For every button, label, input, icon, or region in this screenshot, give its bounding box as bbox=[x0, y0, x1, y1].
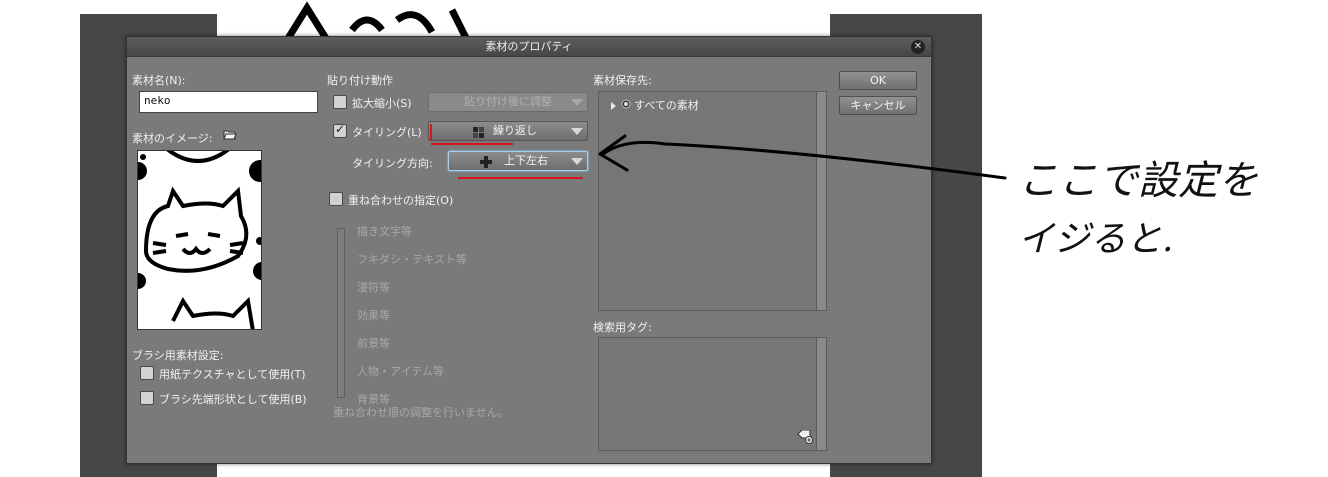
overlay-order-item: 人物・アイテム等 bbox=[357, 365, 444, 378]
overlay-order-item: 漫符等 bbox=[357, 281, 390, 294]
highlight-underline bbox=[458, 177, 583, 179]
add-tag-icon[interactable] bbox=[797, 429, 813, 444]
overlay-order-item: 前景等 bbox=[357, 337, 390, 350]
overlay-order-item: 効果等 bbox=[357, 309, 390, 322]
overlay-order-slider[interactable] bbox=[337, 228, 345, 398]
paper-texture-label: 用紙テクスチャとして使用(T) bbox=[159, 368, 306, 381]
brush-tip-checkbox[interactable] bbox=[140, 391, 154, 405]
tree-scrollbar[interactable] bbox=[816, 92, 826, 310]
overlay-order-item: フキダシ・テキスト等 bbox=[357, 253, 467, 266]
material-name-input[interactable]: neko bbox=[139, 91, 318, 113]
scale-checkbox[interactable] bbox=[333, 95, 347, 109]
annotation-line-2: イジると. bbox=[1018, 219, 1174, 260]
expand-arrow-icon[interactable] bbox=[611, 100, 616, 110]
paste-behavior-label: 貼り付け動作 bbox=[327, 74, 393, 87]
save-location-label: 素材保存先: bbox=[593, 74, 652, 87]
tiling-direction-dropdown[interactable]: 上下左右 bbox=[448, 151, 588, 171]
tree-item-all-materials[interactable]: すべての素材 bbox=[634, 97, 699, 113]
checkmark-icon: ✓ bbox=[335, 122, 346, 136]
search-tags-label: 検索用タグ: bbox=[593, 321, 652, 334]
overlay-note: 重ね合わせ順の調整を行いません。 bbox=[333, 406, 509, 419]
close-icon[interactable]: ✕ bbox=[911, 40, 925, 54]
tiling-label: タイリング(L) bbox=[352, 126, 422, 139]
material-properties-dialog: 素材のプロパティ ✕ 素材名(N): neko 素材のイメージ: ブラシ用素材設… bbox=[126, 36, 932, 464]
chevron-down-icon bbox=[571, 158, 583, 165]
chevron-down-icon bbox=[571, 128, 583, 135]
chevron-down-icon bbox=[571, 99, 583, 106]
dialog-titlebar: 素材のプロパティ bbox=[127, 37, 931, 57]
radio-dot-icon bbox=[621, 99, 631, 109]
overlay-checkbox[interactable] bbox=[329, 192, 343, 206]
material-name-label: 素材名(N): bbox=[132, 74, 186, 87]
tiling-dropdown-value: 繰り返し bbox=[493, 124, 537, 137]
overlay-order-item: 描き文字等 bbox=[357, 225, 412, 238]
dialog-title: 素材のプロパティ bbox=[485, 40, 573, 53]
overlay-label: 重ね合わせの指定(O) bbox=[348, 194, 454, 207]
annotation-arrow bbox=[598, 134, 1007, 180]
scale-label: 拡大縮小(S) bbox=[352, 97, 412, 110]
scale-dropdown[interactable]: 貼り付け後に調整 bbox=[428, 92, 588, 112]
folder-open-icon[interactable] bbox=[223, 128, 237, 140]
brush-tip-label: ブラシ先端形状として使用(B) bbox=[159, 393, 307, 406]
search-tags-box[interactable] bbox=[598, 337, 827, 451]
tile-direction-icon bbox=[480, 156, 492, 168]
tags-scrollbar[interactable] bbox=[816, 338, 826, 450]
annotation-line-1: ここで設定を bbox=[1018, 158, 1258, 204]
material-image-label: 素材のイメージ: bbox=[132, 132, 213, 145]
save-location-tree[interactable]: すべての素材 bbox=[598, 91, 827, 311]
paper-texture-checkbox[interactable] bbox=[140, 366, 154, 380]
tiling-checkbox[interactable]: ✓ bbox=[333, 122, 347, 138]
cancel-button[interactable]: キャンセル bbox=[839, 96, 917, 115]
tiling-direction-dropdown-value: 上下左右 bbox=[504, 154, 548, 167]
highlight-underline bbox=[431, 143, 513, 145]
highlight-mark bbox=[430, 124, 432, 140]
tile-repeat-icon bbox=[473, 126, 485, 138]
brush-settings-label: ブラシ用素材設定: bbox=[132, 349, 224, 362]
scale-dropdown-value: 貼り付け後に調整 bbox=[464, 95, 552, 108]
canvas-drawing-fragment bbox=[284, 1, 471, 40]
ok-button[interactable]: OK bbox=[839, 71, 917, 90]
tiling-dropdown[interactable]: 繰り返し bbox=[428, 121, 588, 141]
material-image-preview bbox=[137, 150, 262, 330]
tiling-direction-label: タイリング方向: bbox=[352, 157, 433, 170]
